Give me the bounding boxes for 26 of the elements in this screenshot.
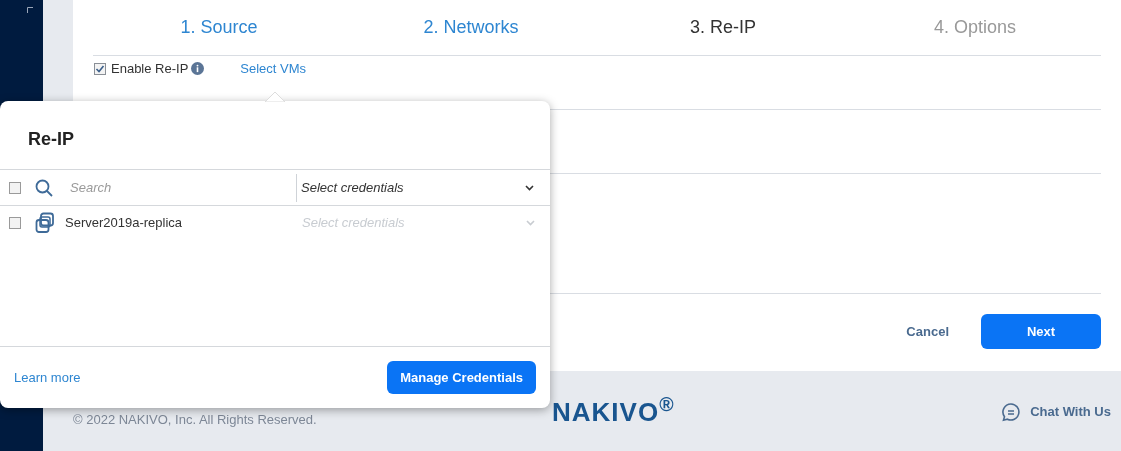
next-button[interactable]: Next (981, 314, 1101, 349)
nakivo-logo: NAKIVO$^{®}$ (552, 392, 675, 429)
chat-link[interactable]: Chat With Us (1030, 402, 1111, 422)
select-vms-link[interactable]: Select VMs (240, 58, 307, 79)
chevron-icon (525, 184, 534, 191)
wizard-step[interactable]: 3. Re-IP (690, 14, 756, 41)
select-all-checkbox[interactable] (9, 181, 21, 194)
wizard-step[interactable]: 4. Options (933, 14, 1016, 41)
enable-reip-label: Enable Re-IP (111, 59, 189, 78)
cancel-button[interactable]: Cancel (896, 321, 959, 342)
copyright-text: © 2022 NAKIVO, Inc. All Rights Reserved. (73, 410, 318, 429)
wizard-step[interactable]: 2. Networks (423, 14, 519, 41)
search-icon (35, 178, 53, 197)
enable-reip-checkbox[interactable] (94, 62, 106, 75)
info-icon[interactable] (191, 62, 205, 75)
vm-name: Server2019a-replica (65, 214, 184, 233)
chevron-icon (526, 220, 535, 226)
search-field[interactable]: Search (70, 177, 290, 198)
popup-title: Re-IP (28, 128, 74, 151)
learn-more-link[interactable]: Learn more (14, 367, 81, 388)
credentials-dropdown[interactable]: Select credentials (297, 177, 540, 198)
vm-icon (35, 212, 57, 234)
chat-icon[interactable] (1001, 402, 1022, 422)
wizard-step[interactable]: 1. Source (180, 14, 258, 41)
corner-icon (27, 7, 33, 13)
manage-credentials-button[interactable]: Manage Credentials (387, 361, 536, 394)
